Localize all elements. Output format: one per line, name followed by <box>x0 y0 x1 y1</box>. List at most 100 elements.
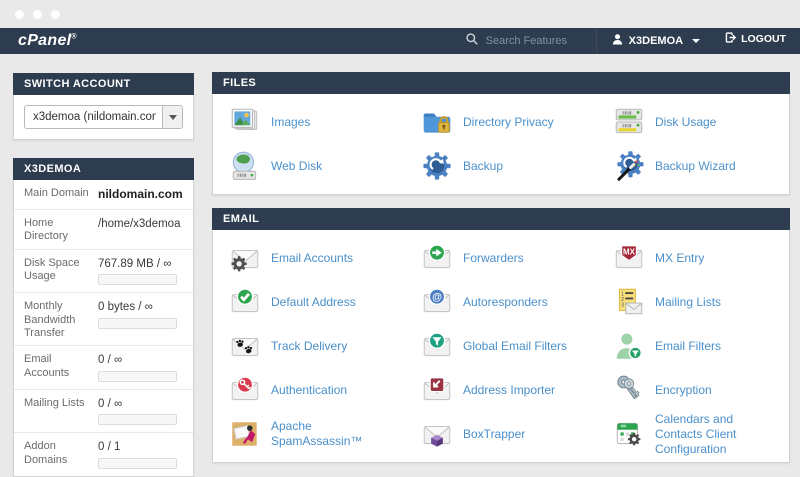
feature-item[interactable]: Track Delivery <box>213 324 405 368</box>
feature-item[interactable]: Calendars and Contacts Client Configurat… <box>597 412 789 456</box>
stat-value: 0 bytes / ∞ <box>98 300 177 314</box>
stat-value: 0 / ∞ <box>98 353 177 367</box>
section-email: EMAIL Email Accounts Forwarders MX MX Entry D… <box>212 208 790 463</box>
feature-link[interactable]: Backup <box>463 159 509 174</box>
images-icon <box>228 105 262 139</box>
stat-value-wrap: 0 / ∞ <box>90 351 183 383</box>
user-menu[interactable]: X3DEMOA <box>596 28 714 54</box>
feature-item[interactable]: Global Email Filters <box>405 324 597 368</box>
feature-link[interactable]: Backup Wizard <box>655 159 742 174</box>
autoresponders-icon: @ <box>420 285 454 319</box>
feature-link[interactable]: Encryption <box>655 383 718 398</box>
chevron-down-icon <box>692 39 700 43</box>
stat-label: Mailing Lists <box>24 395 90 410</box>
search-input[interactable] <box>486 35 578 47</box>
email-accounts-icon <box>228 241 262 275</box>
feature-link[interactable]: MX Entry <box>655 251 710 266</box>
app-header: cPanel® X3DEMOA LOGOUT <box>0 28 800 54</box>
svg-text:@: @ <box>432 292 442 303</box>
feature-item[interactable]: Backup Wizard <box>597 144 789 188</box>
feature-item[interactable]: Images <box>213 100 405 144</box>
feature-item[interactable]: @ Autoresponders <box>405 280 597 324</box>
stat-value: 0 / ∞ <box>98 397 177 411</box>
stat-row: Home Directory/home/x3demoa <box>14 210 193 250</box>
feature-link[interactable]: Global Email Filters <box>463 339 573 354</box>
feature-link[interactable]: Calendars and Contacts Client Configurat… <box>655 412 789 457</box>
section-body-email: Email Accounts Forwarders MX MX Entry Defaul… <box>212 230 790 463</box>
authentication-icon <box>228 373 262 407</box>
feature-item[interactable]: 123 Mailing Lists <box>597 280 789 324</box>
stat-label: Disk Space Usage <box>24 255 90 284</box>
feature-link[interactable]: Forwarders <box>463 251 530 266</box>
feature-link[interactable]: Authentication <box>271 383 353 398</box>
feature-item[interactable]: Email Filters <box>597 324 789 368</box>
stat-value-wrap: nildomain.com <box>90 185 189 204</box>
switch-account-header: SWITCH ACCOUNT <box>13 73 194 95</box>
feature-item[interactable]: Disk Usage <box>597 100 789 144</box>
feature-link[interactable]: Default Address <box>271 295 362 310</box>
section-header-files[interactable]: FILES <box>212 72 790 94</box>
feature-item[interactable]: Address Importer <box>405 368 597 412</box>
backup-icon <box>420 149 454 183</box>
feature-item[interactable]: Authentication <box>213 368 405 412</box>
account-select[interactable]: x3demoa (nildomain.com) <box>25 106 182 128</box>
stat-label: Addon Domains <box>24 438 90 467</box>
feature-link[interactable]: Disk Usage <box>655 115 722 130</box>
stat-value-wrap: 767.89 MB / ∞ <box>90 255 183 287</box>
feature-link[interactable]: Mailing Lists <box>655 295 727 310</box>
feature-link[interactable]: Images <box>271 115 316 130</box>
stat-value: nildomain.com <box>98 187 183 202</box>
account-stats-panel: X3DEMOA Main Domainnildomain.comHome Dir… <box>13 158 194 477</box>
stat-value: 767.89 MB / ∞ <box>98 257 177 271</box>
search-icon <box>465 32 479 51</box>
feature-link[interactable]: Email Filters <box>655 339 727 354</box>
stat-progress-bar <box>98 318 177 329</box>
stat-progress-bar <box>98 274 177 285</box>
stat-progress-bar <box>98 414 177 425</box>
mx-entry-icon: MX <box>612 241 646 275</box>
feature-item[interactable]: Default Address <box>213 280 405 324</box>
directory-privacy-icon <box>420 105 454 139</box>
stat-progress-bar <box>98 371 177 382</box>
feature-item[interactable]: Backup <box>405 144 597 188</box>
spamassassin-icon <box>228 417 262 451</box>
feature-item[interactable]: MX MX Entry <box>597 236 789 280</box>
stat-label: Email Accounts <box>24 351 90 380</box>
feature-link[interactable]: Apache SpamAssassin™ <box>271 419 405 449</box>
feature-item[interactable]: BoxTrapper <box>405 412 597 456</box>
feature-item[interactable]: Email Accounts <box>213 236 405 280</box>
feature-link[interactable]: Address Importer <box>463 383 561 398</box>
stat-row: Main Domainnildomain.com <box>14 180 193 210</box>
section-header-email[interactable]: EMAIL <box>212 208 790 230</box>
feature-item[interactable]: Apache SpamAssassin™ <box>213 412 405 456</box>
mailing-lists-icon: 123 <box>612 285 646 319</box>
logout-label: LOGOUT <box>741 33 786 45</box>
cpanel-logo[interactable]: cPanel® <box>18 32 77 50</box>
track-delivery-icon <box>228 329 262 363</box>
window-control-dot[interactable] <box>15 10 24 19</box>
global-email-filters-icon <box>420 329 454 363</box>
feature-item[interactable]: Web Disk <box>213 144 405 188</box>
feature-link[interactable]: Email Accounts <box>271 251 359 266</box>
window-control-dot[interactable] <box>33 10 42 19</box>
feature-item[interactable]: Forwarders <box>405 236 597 280</box>
stat-row: Email Accounts 0 / ∞ <box>14 346 193 389</box>
stat-row: Addon Domains0 / 1 <box>14 433 193 475</box>
feature-link[interactable]: BoxTrapper <box>463 427 531 442</box>
stat-progress-bar <box>98 458 177 469</box>
feature-link[interactable]: Web Disk <box>271 159 328 174</box>
sidebar: SWITCH ACCOUNT x3demoa (nildomain.com) X… <box>13 73 194 477</box>
feature-item[interactable]: Directory Privacy <box>405 100 597 144</box>
feature-link[interactable]: Track Delivery <box>271 339 353 354</box>
account-stats-body: Main Domainnildomain.comHome Directory/h… <box>13 180 194 477</box>
section-files: FILES Images Directory Privacy Disk Usage We… <box>212 72 790 195</box>
feature-link[interactable]: Autoresponders <box>463 295 554 310</box>
address-importer-icon <box>420 373 454 407</box>
logout-icon <box>724 31 737 47</box>
window-control-dot[interactable] <box>51 10 60 19</box>
feature-link[interactable]: Directory Privacy <box>463 115 560 130</box>
feature-item[interactable]: Encryption <box>597 368 789 412</box>
email-filters-icon <box>612 329 646 363</box>
logout-button[interactable]: LOGOUT <box>714 29 794 47</box>
search-box[interactable] <box>447 28 596 54</box>
